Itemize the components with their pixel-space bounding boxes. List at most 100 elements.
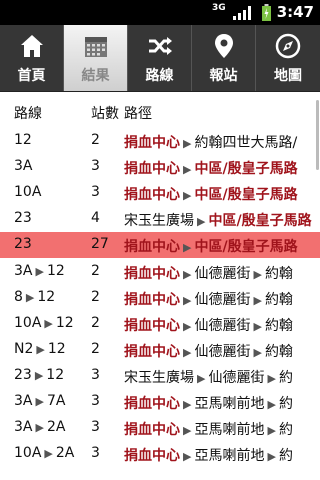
stops-cell: 3 bbox=[91, 366, 100, 383]
stop-name: 約翰 bbox=[264, 343, 293, 360]
stops-cell: 2 bbox=[91, 262, 100, 279]
route-cell: 3A ▶ 12 bbox=[14, 263, 65, 279]
stops-cell: 3 bbox=[91, 445, 100, 462]
path-arrow-icon: ▶ bbox=[253, 293, 262, 307]
tab-map-label: 地圖 bbox=[274, 68, 302, 84]
stop-name: 約翰四世大馬路/ bbox=[194, 135, 298, 151]
route-cell: 10A ▶ 2A bbox=[14, 445, 74, 461]
stops-cell: 2 bbox=[91, 340, 100, 357]
tab-arrival[interactable]: 報站 bbox=[192, 25, 255, 91]
path-cell: 捐血中心 ▶ 仙德麗街 ▶ 約翰 bbox=[124, 315, 293, 335]
tab-home-label: 首頁 bbox=[17, 68, 46, 84]
scrollbar[interactable] bbox=[316, 100, 319, 170]
table-row[interactable]: 10A ▶ 12 2 捐血中心 ▶ 仙德麗街 ▶ 約翰 bbox=[0, 311, 320, 337]
route-cell: 3A ▶ 7A bbox=[14, 393, 65, 409]
stops-cell: 2 bbox=[91, 288, 100, 305]
stops-cell: 4 bbox=[91, 210, 100, 227]
stops-cell: 3 bbox=[91, 419, 100, 436]
stop-name: 捐血中心 bbox=[124, 448, 180, 465]
stop-name: 約翰 bbox=[264, 317, 293, 334]
path-arrow-icon: ▶ bbox=[197, 371, 206, 385]
route-number: N2 bbox=[14, 340, 34, 357]
route-number: 3A bbox=[14, 419, 33, 436]
tab-map[interactable]: 地圖 bbox=[256, 25, 320, 91]
stops-cell: 27 bbox=[91, 236, 109, 253]
tab-bar: 首頁 結果 路線 報站 地圖 bbox=[0, 25, 320, 92]
stop-name: 中區/殷皇子馬路 bbox=[194, 187, 298, 204]
stop-name: 仙德麗街 bbox=[194, 291, 251, 308]
transfer-arrow-icon: ▶ bbox=[35, 264, 44, 278]
stop-name: 約 bbox=[278, 448, 293, 465]
tab-home[interactable]: 首頁 bbox=[0, 25, 63, 91]
stop-name: 亞馬喇前地 bbox=[194, 448, 265, 465]
path-cell: 捐血中心 ▶ 亞馬喇前地 ▶ 約 bbox=[124, 445, 293, 465]
path-arrow-icon: ▶ bbox=[253, 267, 262, 281]
stop-name: 約翰 bbox=[264, 291, 293, 308]
stop-name: 捐血中心 bbox=[124, 422, 180, 439]
path-cell: 宋玉生廣場 ▶ 中區/殷皇子馬路 bbox=[124, 210, 312, 230]
stop-name: 捐血中心 bbox=[124, 187, 180, 204]
battery-icon bbox=[262, 4, 271, 21]
table-row[interactable]: 3A ▶ 2A 3 捐血中心 ▶ 亞馬喇前地 ▶ 約 bbox=[0, 415, 320, 441]
stop-name: 捐血中心 bbox=[124, 291, 180, 308]
transfer-arrow-icon: ▶ bbox=[25, 290, 35, 304]
table-row[interactable]: 23 ▶ 12 3 宋玉生廣場 ▶ 仙德麗街 ▶ 約 bbox=[0, 363, 320, 389]
path-arrow-icon: ▶ bbox=[183, 424, 192, 438]
stop-name: 中區/殷皇子馬路 bbox=[208, 213, 312, 230]
path-arrow-icon: ▶ bbox=[183, 163, 192, 177]
clock: 3:47 bbox=[276, 3, 314, 21]
table-row[interactable]: 12 2 捐血中心 ▶ 約翰四世大馬路/ bbox=[0, 128, 320, 154]
tab-routes-label: 路線 bbox=[145, 68, 174, 84]
network-type: 3G bbox=[212, 3, 226, 13]
stop-name: 捐血中心 bbox=[124, 239, 180, 256]
stop-name: 宋玉生廣場 bbox=[124, 369, 194, 386]
table-row[interactable]: 8 ▶ 12 2 捐血中心 ▶ 仙德麗街 ▶ 約翰 bbox=[0, 285, 320, 311]
transfer-arrow-icon: ▶ bbox=[34, 368, 44, 382]
stop-name: 中區/殷皇子馬路 bbox=[194, 161, 298, 178]
tab-results[interactable]: 結果 bbox=[64, 25, 127, 91]
route-cell: 3A bbox=[14, 158, 32, 174]
stop-name: 捐血中心 bbox=[124, 265, 180, 282]
signal-strength-icon bbox=[233, 6, 251, 20]
column-header-route: 路線 bbox=[14, 106, 42, 122]
route-number: 10A bbox=[14, 184, 42, 201]
table-row[interactable]: 23 4 宋玉生廣場 ▶ 中區/殷皇子馬路 bbox=[0, 206, 320, 232]
transfer-arrow-icon: ▶ bbox=[36, 342, 45, 356]
route-number: 3A bbox=[14, 158, 33, 175]
table-row[interactable]: 3A 3 捐血中心 ▶ 中區/殷皇子馬路 bbox=[0, 154, 320, 180]
compass-icon bbox=[275, 33, 301, 59]
calendar-icon bbox=[84, 37, 107, 57]
table-row[interactable]: 3A ▶ 12 2 捐血中心 ▶ 仙德麗街 ▶ 約翰 bbox=[0, 259, 320, 285]
route-cell: 23 ▶ 12 bbox=[14, 367, 64, 383]
stop-name: 約 bbox=[278, 422, 293, 439]
stop-name: 仙德麗街 bbox=[208, 369, 265, 386]
stop-name: 仙德麗街 bbox=[194, 265, 251, 282]
stop-name: 亞馬喇前地 bbox=[194, 396, 265, 412]
stop-name: 亞馬喇前地 bbox=[194, 422, 265, 439]
table-row[interactable]: 23 27 捐血中心 ▶ 中區/殷皇子馬路 bbox=[0, 232, 320, 259]
stop-name: 捐血中心 bbox=[124, 161, 180, 178]
path-arrow-icon: ▶ bbox=[183, 267, 192, 281]
path-arrow-icon: ▶ bbox=[267, 371, 276, 385]
route-cell: 3A ▶ 2A bbox=[14, 419, 65, 435]
stop-name: 中區/殷皇子馬路 bbox=[194, 239, 298, 256]
route-cell: N2 ▶ 12 bbox=[14, 341, 66, 357]
table-row[interactable]: 10A 3 捐血中心 ▶ 中區/殷皇子馬路 bbox=[0, 180, 320, 206]
table-row[interactable]: N2 ▶ 12 2 捐血中心 ▶ 仙德麗街 ▶ 約翰 bbox=[0, 337, 320, 363]
path-arrow-icon: ▶ bbox=[197, 215, 206, 229]
stop-name: 仙德麗街 bbox=[194, 317, 251, 334]
tab-routes[interactable]: 路線 bbox=[128, 25, 191, 91]
route-cell: 12 bbox=[14, 132, 32, 148]
path-arrow-icon: ▶ bbox=[183, 293, 192, 307]
table-row[interactable]: 10A ▶ 2A 3 捐血中心 ▶ 亞馬喇前地 ▶ 約 bbox=[0, 441, 320, 467]
path-arrow-icon: ▶ bbox=[267, 424, 276, 438]
route-number: 7A bbox=[46, 393, 66, 409]
table-row[interactable]: 3A ▶ 7A 3 捐血中心 ▶ 亞馬喇前地 ▶ 約 bbox=[0, 389, 320, 415]
transfer-arrow-icon: ▶ bbox=[35, 395, 44, 408]
route-number: 12 bbox=[37, 288, 56, 305]
path-cell: 捐血中心 ▶ 中區/殷皇子馬路 bbox=[124, 236, 298, 256]
route-number: 2A bbox=[46, 419, 66, 436]
shuffle-icon bbox=[148, 37, 172, 55]
stop-name: 約翰 bbox=[264, 265, 293, 282]
path-cell: 捐血中心 ▶ 約翰四世大馬路/ bbox=[124, 132, 297, 152]
